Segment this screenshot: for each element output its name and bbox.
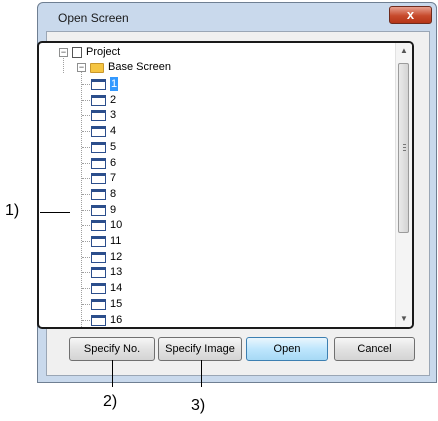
screen-icon bbox=[91, 204, 106, 216]
screen-icon bbox=[91, 220, 106, 232]
tree-connector bbox=[82, 146, 90, 148]
tree-connector bbox=[82, 209, 90, 211]
tree-root-label[interactable]: Project bbox=[86, 45, 120, 59]
specify-no-button[interactable]: Specify No. bbox=[69, 337, 155, 361]
tree-connector bbox=[82, 84, 90, 85]
screen-icon bbox=[91, 188, 106, 200]
tree-connector bbox=[82, 319, 90, 321]
screen-item-10[interactable]: 10 bbox=[110, 218, 122, 232]
project-icon bbox=[72, 47, 82, 58]
callout-1: 1) bbox=[5, 202, 20, 219]
screen-icon bbox=[91, 141, 106, 153]
screen-item-6[interactable]: 6 bbox=[110, 156, 116, 170]
screen-item-1[interactable]: 1 bbox=[110, 77, 119, 91]
close-icon: x bbox=[406, 7, 415, 22]
screen-icon bbox=[91, 236, 106, 247]
tree-content: − Project − Base Screen 1 2 3 4 5 6 7 8 9 10 11 12 1… bbox=[39, 43, 396, 327]
screen-item-15[interactable]: 15 bbox=[110, 297, 122, 311]
screen-icon bbox=[91, 298, 106, 310]
collapse-folder-icon[interactable]: − bbox=[77, 63, 86, 72]
screen-icon bbox=[91, 173, 106, 185]
folder-icon bbox=[90, 63, 104, 73]
screen-item-13[interactable]: 13 bbox=[110, 265, 122, 279]
tree-connector bbox=[82, 99, 90, 101]
screen-item-5[interactable]: 5 bbox=[110, 140, 116, 154]
tree-connector bbox=[82, 193, 90, 195]
screen-icon bbox=[91, 267, 106, 279]
callout-1-leader bbox=[40, 212, 70, 213]
screen-icon bbox=[91, 110, 106, 122]
screen-item-9[interactable]: 9 bbox=[110, 203, 116, 217]
screen-item-4[interactable]: 4 bbox=[110, 124, 116, 138]
screen-item-2[interactable]: 2 bbox=[110, 93, 116, 107]
tree-connector bbox=[82, 272, 90, 274]
open-button[interactable]: Open bbox=[246, 337, 328, 361]
dialog-title: Open Screen bbox=[58, 11, 129, 25]
tree-folder-label[interactable]: Base Screen bbox=[108, 60, 171, 74]
collapse-root-icon[interactable]: − bbox=[59, 48, 68, 57]
screen-item-16[interactable]: 16 bbox=[110, 313, 122, 327]
screen-item-14[interactable]: 14 bbox=[110, 281, 122, 295]
close-button[interactable]: x bbox=[389, 6, 432, 24]
tree-connector bbox=[82, 288, 90, 290]
tree-connector bbox=[82, 225, 90, 227]
screen-icon bbox=[91, 79, 106, 90]
scroll-up-icon[interactable]: ▲ bbox=[396, 43, 412, 59]
tree-connector bbox=[82, 178, 90, 180]
specify-image-button[interactable]: Specify Image bbox=[158, 337, 242, 361]
callout-3-leader bbox=[201, 360, 202, 387]
tree-connector bbox=[82, 162, 90, 164]
callout-2: 2) bbox=[103, 393, 118, 410]
screen-tree[interactable]: − Project − Base Screen 1 2 3 4 5 6 7 8 9 10 11 12 1… bbox=[37, 41, 414, 329]
tree-connector bbox=[82, 241, 90, 242]
screen-item-11[interactable]: 11 bbox=[110, 234, 121, 248]
callout-3: 3) bbox=[191, 397, 206, 414]
scroll-down-icon[interactable]: ▼ bbox=[396, 311, 412, 327]
tree-connector bbox=[82, 303, 90, 305]
tree-connector bbox=[82, 131, 90, 133]
screen-item-7[interactable]: 7 bbox=[110, 171, 116, 185]
cancel-button[interactable]: Cancel bbox=[334, 337, 415, 361]
screen-item-3[interactable]: 3 bbox=[110, 108, 116, 122]
screen-icon bbox=[91, 94, 106, 106]
screen-icon bbox=[91, 157, 106, 169]
tree-connector bbox=[82, 256, 90, 258]
screen-icon bbox=[91, 283, 106, 295]
screen-icon bbox=[91, 251, 106, 263]
scroll-thumb[interactable] bbox=[398, 63, 409, 233]
screen-item-12[interactable]: 12 bbox=[110, 250, 122, 264]
screen-icon bbox=[91, 314, 106, 326]
tree-connector bbox=[82, 115, 90, 117]
callout-2-leader bbox=[112, 360, 113, 387]
screen-icon bbox=[91, 126, 106, 138]
screen-item-8[interactable]: 8 bbox=[110, 187, 116, 201]
tree-scrollbar[interactable]: ▲ ▼ bbox=[395, 43, 412, 327]
